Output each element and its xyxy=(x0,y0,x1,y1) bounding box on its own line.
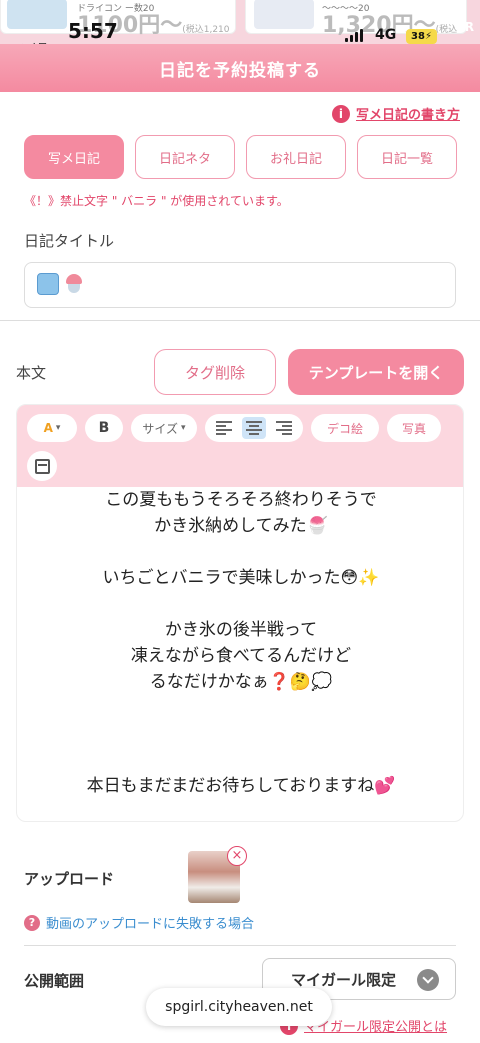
content-line xyxy=(17,539,463,565)
bold-button[interactable]: B xyxy=(85,414,123,442)
title-label: 日記タイトル xyxy=(24,232,115,250)
visibility-label: 公開範囲 xyxy=(24,972,85,990)
screen: ドライコン ー数20 1100円〜(税込1,210円) 〜〜〜〜20 1,320… xyxy=(0,0,480,1043)
content-line: この夏ももうそろそろ終わりそうで xyxy=(105,490,377,510)
content-line xyxy=(17,591,463,617)
font-size-select[interactable]: サイズ ▾ xyxy=(131,414,197,442)
network-type: 4G xyxy=(375,27,397,43)
font-size-label: サイズ xyxy=(142,421,179,436)
content-line xyxy=(17,695,463,721)
remove-photo-icon[interactable]: × xyxy=(227,846,247,866)
chevron-down-icon xyxy=(417,969,439,991)
tab-photo-diary[interactable]: 写メ日記 xyxy=(24,135,124,179)
content-line: 凍えながら食べてるんだけど xyxy=(130,646,352,666)
battery-level: 38 xyxy=(411,31,425,42)
signal-icon xyxy=(345,29,363,42)
tab-diary-list[interactable]: 日記一覧 xyxy=(357,135,457,179)
tab-thanks-diary[interactable]: お礼日記 xyxy=(246,135,346,179)
content-line: いちごとバニラで美味しかった😳✨ xyxy=(102,568,380,588)
info-icon: i xyxy=(331,104,350,123)
section-divider xyxy=(24,945,456,946)
shaved-ice-icon xyxy=(63,273,85,295)
question-icon: ? xyxy=(24,914,40,931)
content-line xyxy=(17,721,463,747)
tab-diary-ideas[interactable]: 日記ネタ xyxy=(135,135,235,179)
deco-emoji-button[interactable]: デコ絵 xyxy=(311,414,379,442)
title-input[interactable] xyxy=(24,262,456,308)
body-label: 本文 xyxy=(16,364,47,382)
align-left-icon[interactable] xyxy=(212,417,236,439)
editor-toolbar: A ▾ B サイズ ▾ デコ絵 写真 xyxy=(17,405,463,487)
content-line: かき氷の後半戦って xyxy=(164,620,318,640)
font-color-icon: A xyxy=(43,421,53,435)
align-right-icon[interactable] xyxy=(272,417,296,439)
browser-url-bar[interactable]: spgirl.cityheaven.net xyxy=(146,988,332,1026)
content-line: 本日もまだまだお待ちしておりますね💕 xyxy=(86,776,396,796)
chevron-down-icon: ▾ xyxy=(181,423,186,433)
upload-help[interactable]: ? 動画のアップロードに失敗する場合 xyxy=(24,913,254,932)
open-template-button[interactable]: テンプレートを開く xyxy=(288,349,464,395)
content-line xyxy=(17,747,463,773)
ice-cube-icon xyxy=(37,273,59,295)
upload-help-link[interactable]: 動画のアップロードに失敗する場合 xyxy=(46,913,254,932)
battery-icon: 38⚡ xyxy=(406,29,437,44)
delete-tags-button[interactable]: タグ削除 xyxy=(154,349,276,395)
section-divider xyxy=(0,320,480,321)
calendar-icon xyxy=(34,458,50,474)
page-header: 日記を予約投稿する xyxy=(0,44,480,92)
photo-button[interactable]: 写真 xyxy=(387,414,441,442)
align-center-icon[interactable] xyxy=(242,417,266,439)
howto-link-label[interactable]: 写メ日記の書き方 xyxy=(356,104,460,123)
calendar-button[interactable] xyxy=(27,451,57,481)
chevron-down-icon: ▾ xyxy=(55,423,61,433)
content-line: るなだけかなぁ❓🤔💭 xyxy=(149,672,333,692)
page-title: 日記を予約投稿する xyxy=(159,61,321,81)
content-line: かき氷納めしてみた🍧 xyxy=(154,516,328,536)
body-editor[interactable]: A ▾ B サイズ ▾ デコ絵 写真 この夏ももうそろそろ終わりそうで かき氷納めし… xyxy=(16,404,464,822)
title-emoji-row xyxy=(37,273,85,295)
font-color-button[interactable]: A ▾ xyxy=(27,414,77,442)
editor-content[interactable]: この夏ももうそろそろ終わりそうで かき氷納めしてみた🍧 いちごとバニラで美味しか… xyxy=(17,487,463,799)
text-align-group xyxy=(205,414,303,442)
visibility-value: マイガール限定 xyxy=(291,970,397,989)
status-time: 5:57 xyxy=(68,19,118,43)
howto-link[interactable]: i 写メ日記の書き方 xyxy=(331,104,460,123)
upload-label: アップロード xyxy=(24,870,115,888)
diary-tabs: 写メ日記 日記ネタ お礼日記 日記一覧 xyxy=(24,135,457,179)
forbidden-word-warning: 《！》禁止文字 " バニラ " が使用されています。 xyxy=(24,194,289,208)
